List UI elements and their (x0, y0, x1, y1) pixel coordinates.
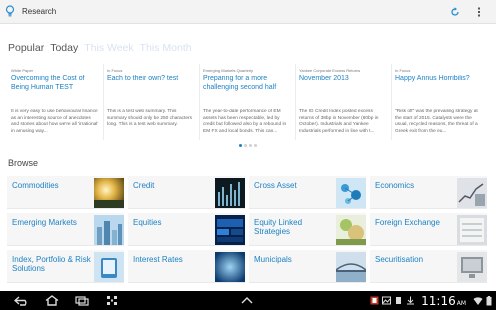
pager-dot (249, 144, 252, 147)
tile-label: Cross Asset (254, 181, 297, 190)
app-title: Research (22, 7, 57, 16)
browse-tile-commodities[interactable]: Commodities (7, 176, 124, 209)
card-category: Emerging Markets Quarterly (203, 68, 254, 73)
battery-icon (486, 295, 492, 305)
action-bar: Research (0, 0, 496, 24)
usb-icon (396, 297, 402, 304)
blue-network-thumbnail (336, 178, 366, 208)
card-summary: The year-to-date performance of EM asset… (203, 109, 287, 134)
hands-device-thumbnail (94, 252, 124, 282)
tile-label: Municipals (254, 255, 292, 264)
research-card[interactable]: Yankee Corporate Excess Returns November… (296, 64, 392, 140)
tile-label: Credit (133, 181, 155, 190)
card-title[interactable]: Happy Annus Horribilis? (395, 75, 485, 101)
browse-tile-equities[interactable]: Equities (128, 213, 245, 246)
dark-chart-thumbnail (215, 178, 245, 208)
grey-screen-thumbnail (457, 252, 487, 282)
browse-tile-index-portfolio-risk-solutions[interactable]: Index, Portfolio & Risk Solutions (7, 250, 124, 283)
page-indicator (239, 144, 259, 147)
tile-label: Equity Linked Strategies (254, 218, 303, 236)
gold-sun-thumbnail (94, 178, 124, 208)
browse-tile-emerging-markets[interactable]: Emerging Markets (7, 213, 124, 246)
featured-cards: White Paper Overcoming the Cost of Being… (8, 64, 488, 142)
blue-city-thumbnail (94, 215, 124, 245)
fx-board-thumbnail (457, 215, 487, 245)
tile-label: Equities (133, 218, 162, 227)
card-title[interactable]: Each to their own? test (107, 75, 196, 101)
research-card[interactable]: Emerging Markets Quarterly Preparing for… (200, 64, 296, 140)
lightbulb-icon[interactable] (4, 5, 16, 19)
card-title[interactable]: Overcoming the Cost of Being Human TEST (11, 75, 100, 101)
clock: 11:16AM (421, 294, 466, 308)
card-category: In Focus (395, 68, 411, 73)
tab-today[interactable]: Today (50, 42, 78, 54)
blue-wave-thumbnail (215, 252, 245, 282)
browse-tile-equity-linked-strategies[interactable]: Equity Linked Strategies (249, 213, 366, 246)
research-card[interactable]: In Focus Each to their own? test This is… (104, 64, 200, 140)
back-icon[interactable] (14, 295, 30, 307)
browse-tile-credit[interactable]: Credit (128, 176, 245, 209)
card-title[interactable]: November 2013 (299, 75, 388, 101)
tab-this-month[interactable]: This Month (140, 42, 192, 54)
browse-tile-foreign-exchange[interactable]: Foreign Exchange (370, 213, 487, 246)
tile-label: Foreign Exchange (375, 218, 440, 227)
tile-label: Securitisation (375, 255, 424, 264)
card-category: In Focus (107, 68, 123, 73)
card-summary: This is a test web summary. This summary… (107, 109, 193, 127)
pager-dot (254, 144, 257, 147)
period-tabs: Popular Today This Week This Month (8, 42, 198, 54)
clock-time: 11:16 (421, 293, 456, 308)
grey-chart-thumbnail (457, 178, 487, 208)
card-summary: The IG Credit Index posted excess return… (299, 109, 379, 134)
bridge-thumbnail (336, 252, 366, 282)
research-card[interactable]: White Paper Overcoming the Cost of Being… (8, 64, 104, 140)
blue-ticker-thumbnail (215, 215, 245, 245)
tile-label: Emerging Markets (12, 218, 77, 227)
card-category: White Paper (11, 68, 34, 73)
recent-apps-icon[interactable] (74, 295, 90, 307)
chevron-up-icon[interactable] (240, 294, 254, 306)
browse-tile-securitisation[interactable]: Securitisation (370, 250, 487, 283)
browse-tile-municipals[interactable]: Municipals (249, 250, 366, 283)
browse-tile-cross-asset[interactable]: Cross Asset (249, 176, 366, 209)
image-icon (382, 296, 392, 305)
tile-label: Interest Rates (133, 255, 183, 264)
pager-dot (239, 144, 242, 147)
notification-red-icon (370, 296, 379, 305)
browse-tile-interest-rates[interactable]: Interest Rates (128, 250, 245, 283)
card-summary: It is very easy to use behavioural finan… (11, 109, 99, 134)
pager-dot (244, 144, 247, 147)
refresh-icon[interactable] (448, 5, 462, 19)
card-summary: "Risk off" was the prevailing strategy a… (395, 109, 478, 134)
tile-label: Commodities (12, 181, 59, 190)
download-icon (407, 296, 415, 305)
tile-label: Index, Portfolio & Risk Solutions (12, 255, 91, 273)
wifi-icon (473, 296, 483, 305)
green-growth-thumbnail (336, 215, 366, 245)
card-title[interactable]: Preparing for a more challenging second … (203, 75, 292, 101)
tile-label: Economics (375, 181, 415, 190)
status-area[interactable]: 11:16AM (367, 291, 492, 310)
tab-popular[interactable]: Popular (8, 42, 44, 54)
browse-heading: Browse (8, 158, 39, 168)
research-card[interactable]: In Focus Happy Annus Horribilis? "Risk o… (392, 64, 488, 140)
browse-tile-economics[interactable]: Economics (370, 176, 487, 209)
home-icon[interactable] (44, 295, 60, 307)
system-bar: 11:16AM (0, 291, 496, 310)
screenshot-icon[interactable] (104, 295, 120, 307)
tab-this-week[interactable]: This Week (84, 42, 133, 54)
overflow-menu-icon[interactable] (472, 5, 486, 19)
clock-ampm: AM (456, 299, 466, 307)
card-category: Yankee Corporate Excess Returns (299, 68, 361, 73)
